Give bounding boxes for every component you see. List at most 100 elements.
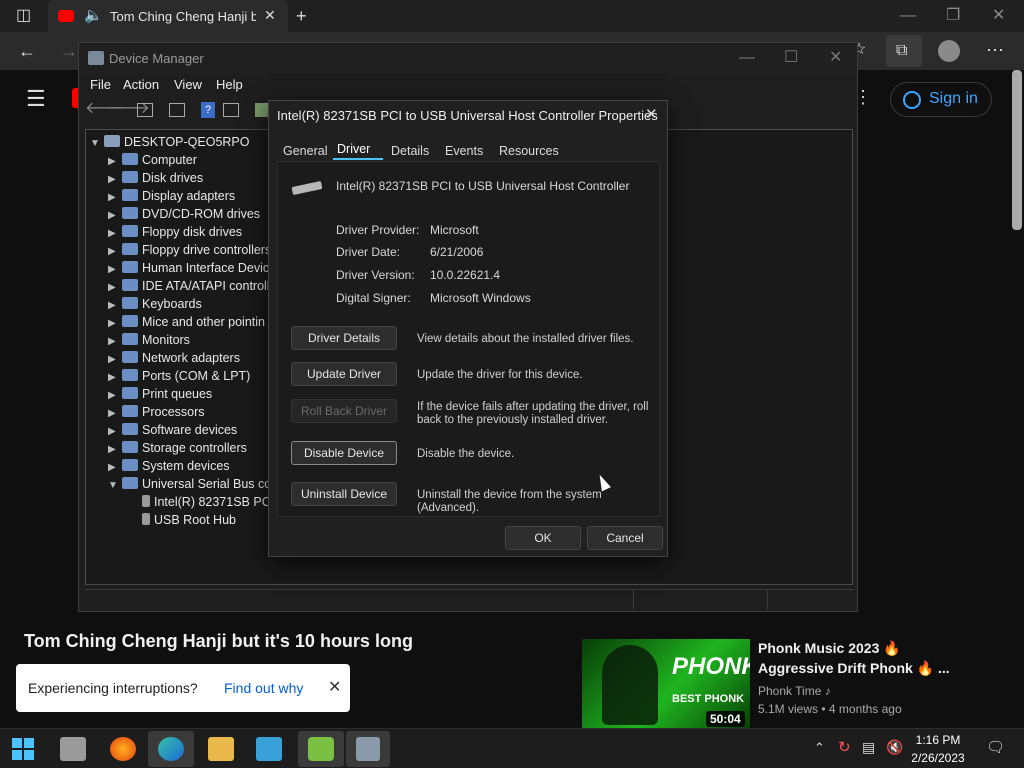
chevron-down-icon[interactable]: ▼ — [108, 477, 122, 495]
rec-title-line2[interactable]: Aggressive Drift Phonk 🔥 ... — [758, 660, 950, 677]
update-driver-button[interactable]: Update Driver — [291, 362, 397, 386]
profile-avatar[interactable] — [938, 40, 960, 62]
close-window-icon[interactable]: ✕ — [992, 8, 1005, 24]
menu-view[interactable]: View — [174, 77, 202, 92]
tab-events[interactable]: Events — [445, 144, 483, 158]
dm-maximize-icon[interactable]: ☐ — [784, 50, 798, 66]
network-icon[interactable]: ↻ — [838, 740, 851, 755]
minimize-icon[interactable]: — — [900, 8, 916, 24]
tree-category[interactable]: ▶ DVD/CD-ROM drives — [108, 205, 260, 223]
tab-resources[interactable]: Resources — [499, 144, 559, 158]
new-tab-icon[interactable]: + — [296, 7, 307, 25]
tab-details[interactable]: Details — [391, 144, 429, 158]
more-icon[interactable]: ⋯ — [986, 41, 1004, 59]
rec-channel[interactable]: Phonk Time ♪ — [758, 684, 831, 698]
find-out-why-link[interactable]: Find out why — [224, 680, 303, 696]
tb-scan-icon[interactable] — [255, 103, 269, 117]
tree-category[interactable]: ▶ Human Interface Devic — [108, 259, 269, 277]
update-driver-desc: Update the driver for this device. — [417, 369, 583, 381]
clock-date[interactable]: 2/26/2023 — [906, 751, 970, 765]
task-view-icon[interactable] — [60, 737, 86, 761]
file-explorer-icon[interactable] — [208, 737, 234, 761]
tb-help-icon[interactable]: ? — [201, 102, 215, 118]
edge-taskbar-button[interactable] — [148, 731, 194, 767]
tree-device[interactable]: Intel(R) 82371SB PC — [142, 493, 271, 511]
back-icon[interactable]: ← — [18, 42, 36, 60]
tree-category[interactable]: ▶ IDE ATA/ATAPI controlle — [108, 277, 277, 295]
usb-icon — [142, 513, 150, 525]
tree-category[interactable]: ▶ Floppy drive controllers — [108, 241, 271, 259]
volume-icon[interactable]: 🔇 — [886, 740, 903, 754]
rec-title-line1[interactable]: Phonk Music 2023 🔥 — [758, 640, 901, 657]
collections-icon: ⧉ — [896, 42, 908, 59]
tree-category-label: Software devices — [142, 423, 238, 437]
tb-properties-icon[interactable] — [137, 103, 153, 117]
game-taskbar-button[interactable] — [298, 731, 344, 767]
driver-details-button[interactable]: Driver Details — [291, 326, 397, 350]
tree-category[interactable]: ▶ Storage controllers — [108, 439, 247, 457]
disable-device-button[interactable]: Disable Device — [291, 441, 397, 465]
tree-category[interactable]: ▶ Ports (COM & LPT) — [108, 367, 250, 385]
rec-age: 4 months ago — [828, 702, 902, 716]
tree-category[interactable]: ▶ Computer — [108, 151, 197, 169]
tree-category[interactable]: ▶ Print queues — [108, 385, 212, 403]
start-pane-icon — [12, 750, 22, 760]
usb-device-icon — [291, 180, 323, 196]
tab-general[interactable]: General — [283, 144, 327, 158]
device-category-icon — [122, 279, 138, 291]
browser-tab[interactable]: 🔈 Tom Ching Cheng Hanji but ✕ — [48, 0, 288, 32]
sign-in-button[interactable]: Sign in — [890, 82, 992, 117]
tree-category-label: Floppy drive controllers — [142, 243, 272, 257]
chevron-down-icon[interactable]: ▼ — [90, 135, 104, 153]
clock-time[interactable]: 1:16 PM — [910, 733, 966, 747]
start-button[interactable] — [12, 738, 34, 760]
driver-provider-label: Driver Provider: — [336, 223, 420, 237]
restore-icon[interactable]: ❐ — [946, 8, 960, 24]
menu-icon[interactable]: ☰ — [26, 88, 46, 110]
tree-category[interactable]: ▶ Mice and other pointin — [108, 313, 265, 331]
recommended-thumbnail[interactable]: PHONK BEST PHONK 50:04 — [582, 639, 750, 729]
tree-device[interactable]: USB Root Hub — [142, 511, 236, 529]
tree-device-label: Intel(R) 82371SB PC — [154, 495, 271, 509]
collections-button[interactable]: ⧉ — [886, 35, 922, 67]
tree-category[interactable]: ▶ Software devices — [108, 421, 237, 439]
tray-icon[interactable]: ▤ — [862, 740, 875, 754]
app-icon[interactable] — [256, 737, 282, 761]
dialog-title: Intel(R) 82371SB PCI to USB Universal Ho… — [277, 108, 658, 123]
tree-root[interactable]: ▼ DESKTOP-QEO5RPO — [90, 133, 250, 151]
menu-action[interactable]: Action — [123, 77, 159, 92]
dialog-close-icon[interactable]: ✕ — [645, 107, 658, 122]
device-manager-taskbar-button[interactable] — [346, 731, 390, 767]
tree-category[interactable]: ▶ System devices — [108, 457, 230, 475]
tree-category[interactable]: ▶ Disk drives — [108, 169, 203, 187]
tb-list-icon[interactable] — [169, 103, 185, 117]
tree-category[interactable]: ▶ Processors — [108, 403, 205, 421]
tree-category[interactable]: ▶ Display adapters — [108, 187, 235, 205]
scrollbar-thumb[interactable] — [1012, 70, 1022, 230]
tree-category[interactable]: ▼ Universal Serial Bus con — [108, 475, 278, 493]
tree-category[interactable]: ▶ Monitors — [108, 331, 190, 349]
tray-overflow-icon[interactable]: ⌃ — [814, 741, 825, 754]
notifications-icon[interactable]: 🗨 — [986, 740, 1005, 755]
ok-button[interactable]: OK — [505, 526, 581, 550]
uninstall-device-button[interactable]: Uninstall Device — [291, 482, 397, 506]
toast-close-icon[interactable]: ✕ — [328, 677, 341, 697]
tb-view-icon[interactable] — [223, 103, 239, 117]
game-icon — [308, 737, 334, 761]
tab-close-icon[interactable]: ✕ — [264, 8, 276, 22]
tree-category[interactable]: ▶ Keyboards — [108, 295, 202, 313]
cancel-button[interactable]: Cancel — [587, 526, 663, 550]
dm-minimize-icon[interactable]: — — [739, 50, 755, 66]
menu-help[interactable]: Help — [216, 77, 243, 92]
dm-close-icon[interactable]: ✕ — [829, 50, 842, 66]
tab-driver[interactable]: Driver — [337, 142, 370, 156]
tree-category[interactable]: ▶ Floppy disk drives — [108, 223, 242, 241]
speaker-icon[interactable]: 🔈 — [84, 8, 103, 23]
forward-icon[interactable]: → — [60, 42, 78, 60]
roll-back-driver-button[interactable]: Roll Back Driver — [291, 399, 397, 423]
firefox-icon[interactable] — [110, 737, 136, 761]
menu-file[interactable]: File — [90, 77, 111, 92]
tree-category[interactable]: ▶ Network adapters — [108, 349, 240, 367]
tab-actions-icon[interactable]: ◫ — [16, 8, 31, 24]
tree-category-label: Human Interface Devic — [142, 261, 270, 275]
